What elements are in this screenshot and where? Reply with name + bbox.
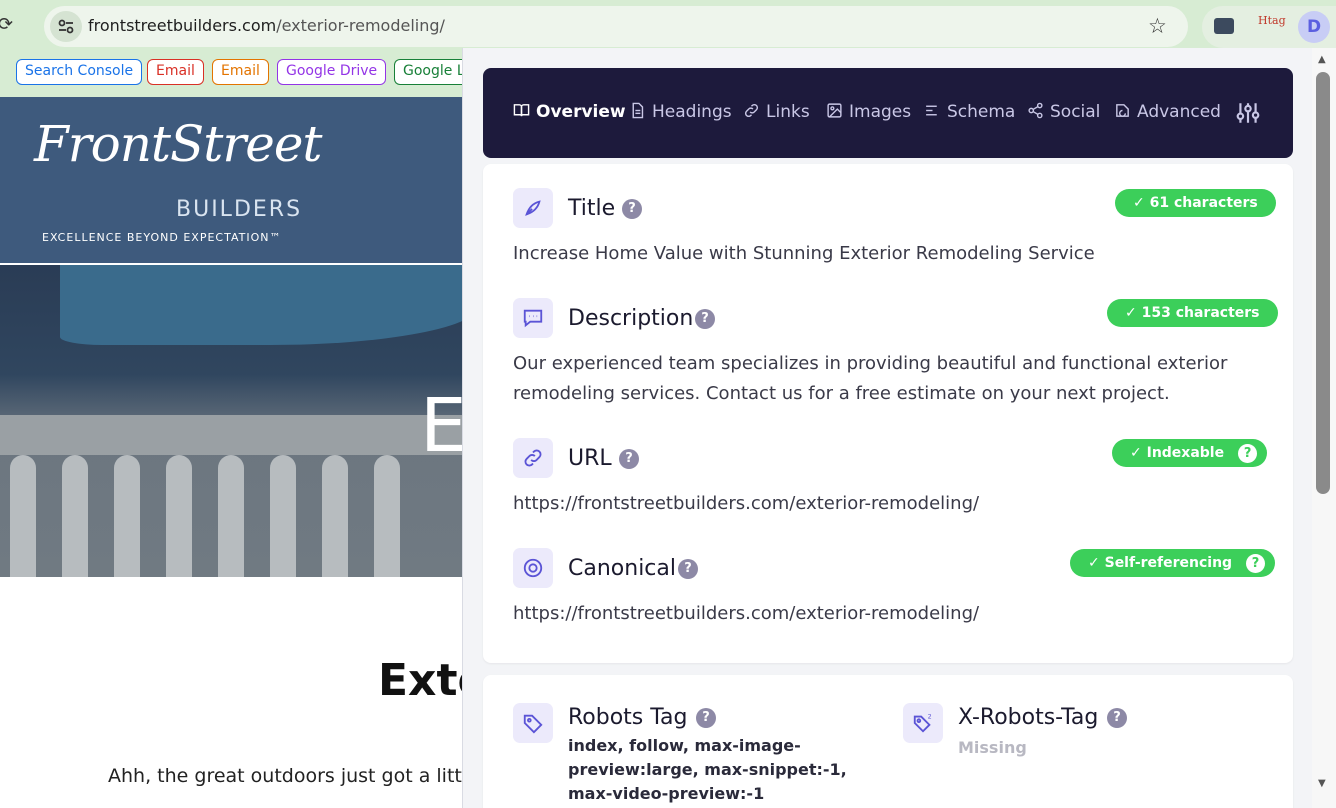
advanced-icon <box>1116 104 1129 117</box>
hero-baluster <box>374 455 400 577</box>
x-robots-tag-label: X-Robots-Tag <box>958 705 1099 730</box>
url-text[interactable]: frontstreetbuilders.com/exterior-remodel… <box>88 16 445 35</box>
self-referencing-badge-text: ✓ Self-referencing <box>1088 555 1233 571</box>
address-bar[interactable]: frontstreetbuilders.com/exterior-remodel… <box>44 6 1188 47</box>
x-robots-tag-value: Missing <box>958 738 1027 757</box>
tab-links[interactable]: Links <box>743 102 810 126</box>
extensions-tray: Htag D <box>1202 6 1336 48</box>
url-label: URL <box>568 446 612 471</box>
book-icon <box>513 104 530 117</box>
title-help-icon[interactable]: ? <box>622 199 642 219</box>
image-icon <box>827 103 842 118</box>
tab-social[interactable]: Social <box>1027 102 1100 126</box>
tab-advanced[interactable]: Advanced <box>1114 102 1221 126</box>
self-referencing-badge: ✓ Self-referencing? <box>1070 549 1276 577</box>
hero-baluster <box>270 455 296 577</box>
extension-wallet-icon[interactable] <box>1214 18 1234 34</box>
seo-extension-panel: Overview Headings Links Images Schema So… <box>462 48 1312 808</box>
url-value: https://frontstreetbuilders.com/exterior… <box>513 493 980 514</box>
robots-tag-help-icon[interactable]: ? <box>696 708 716 728</box>
description-value: Our experienced team specializes in prov… <box>513 353 1228 404</box>
canonical-help-icon[interactable]: ? <box>678 559 698 579</box>
self-referencing-help-icon[interactable]: ? <box>1246 554 1266 573</box>
hero-baluster <box>322 455 348 577</box>
hero-baluster <box>10 455 36 577</box>
tab-label: Overview <box>536 102 626 122</box>
robots-tag-value: index, follow, max-image-preview:large, … <box>568 736 847 803</box>
indexable-help-icon[interactable]: ? <box>1238 444 1258 463</box>
hero-baluster <box>218 455 244 577</box>
bookmark-search-console[interactable]: Search Console <box>16 59 143 85</box>
tab-label: Social <box>1050 102 1101 122</box>
bookmark-email-1[interactable]: Email <box>147 59 204 85</box>
robots-tag-label: Robots Tag <box>568 705 688 730</box>
x-robots-tag-help-icon[interactable]: ? <box>1107 708 1127 728</box>
meta-overview-card: Title ? ✓ 61 characters Increase Home Va… <box>483 164 1293 663</box>
title-label: Title <box>568 196 616 221</box>
x-robots-tag-icon: 2 <box>903 703 943 743</box>
scroll-down-arrow-icon[interactable]: ▼ <box>1318 778 1326 789</box>
tab-schema[interactable]: Schema <box>924 102 1015 126</box>
hero-image: E <box>0 265 480 577</box>
tab-label: Advanced <box>1137 102 1221 122</box>
title-icon <box>513 188 553 228</box>
site-tagline: EXCELLENCE BEYOND EXPECTATION™ <box>42 231 282 244</box>
extension-htag-icon[interactable]: Htag <box>1258 14 1286 27</box>
tab-label: Schema <box>947 102 1016 122</box>
canonical-icon <box>513 548 553 588</box>
browser-toolbar: ⟳ frontstreetbuilders.com/exterior-remod… <box>0 0 1336 54</box>
tab-overview[interactable]: Overview <box>513 102 626 126</box>
tab-label: Links <box>766 102 810 122</box>
bookmark-google-drive[interactable]: Google Drive <box>277 59 387 85</box>
hero-pool <box>60 265 480 345</box>
description-label: Description <box>568 306 694 331</box>
page-paragraph: Ahh, the great outdoors just got a litt <box>108 765 462 787</box>
description-length-badge: ✓ 153 characters <box>1107 299 1278 327</box>
url-path: /exterior-remodeling/ <box>276 16 445 35</box>
share-icon <box>1028 102 1043 119</box>
hero-rail <box>0 415 480 455</box>
hero-baluster <box>166 455 192 577</box>
hero-baluster <box>62 455 88 577</box>
tab-label: Headings <box>652 102 732 122</box>
indexable-badge: ✓ Indexable? <box>1112 439 1268 467</box>
tab-images[interactable]: Images <box>826 102 911 126</box>
site-logo[interactable]: FrontStreet <box>34 115 323 173</box>
tab-headings[interactable]: Headings <box>629 102 732 126</box>
bookmark-email-2[interactable]: Email <box>212 59 269 85</box>
panel-nav: Overview Headings Links Images Schema So… <box>483 68 1293 158</box>
site-logo-sub: BUILDERS <box>176 197 303 222</box>
svg-text:2: 2 <box>928 712 932 720</box>
canonical-label: Canonical <box>568 556 676 581</box>
description-icon <box>513 298 553 338</box>
scroll-up-arrow-icon[interactable]: ▲ <box>1318 54 1326 65</box>
site-header: FrontStreet BUILDERS EXCELLENCE BEYOND E… <box>0 97 480 263</box>
bookmark-star-icon[interactable]: ☆ <box>1148 14 1167 38</box>
sliders-icon[interactable] <box>1235 100 1261 126</box>
indexable-badge-text: ✓ Indexable <box>1130 445 1225 461</box>
panel-scrollbar[interactable]: ▲ ▼ <box>1312 48 1336 808</box>
hero-baluster <box>114 455 140 577</box>
extension-profile-icon[interactable]: D <box>1298 11 1330 43</box>
scroll-thumb[interactable] <box>1316 72 1330 494</box>
reload-icon[interactable]: ⟳ <box>0 14 18 38</box>
bookmark-google-l[interactable]: Google L <box>394 59 464 85</box>
schema-icon <box>926 105 937 116</box>
canonical-value: https://frontstreetbuilders.com/exterior… <box>513 603 980 624</box>
url-help-icon[interactable]: ? <box>619 449 639 469</box>
url-host: frontstreetbuilders.com <box>88 16 277 35</box>
description-help-icon[interactable]: ? <box>695 309 715 329</box>
tag-icon <box>513 703 553 743</box>
site-info-icon[interactable] <box>50 11 82 42</box>
link-icon <box>744 103 759 118</box>
hero-title: E <box>420 383 467 469</box>
document-icon <box>632 102 644 119</box>
robots-card: Robots Tag ? index, follow, max-image-pr… <box>483 675 1293 808</box>
tab-label: Images <box>849 102 912 122</box>
title-length-badge: ✓ 61 characters <box>1115 189 1276 217</box>
title-value: Increase Home Value with Stunning Exteri… <box>513 243 1095 264</box>
url-icon <box>513 438 553 478</box>
